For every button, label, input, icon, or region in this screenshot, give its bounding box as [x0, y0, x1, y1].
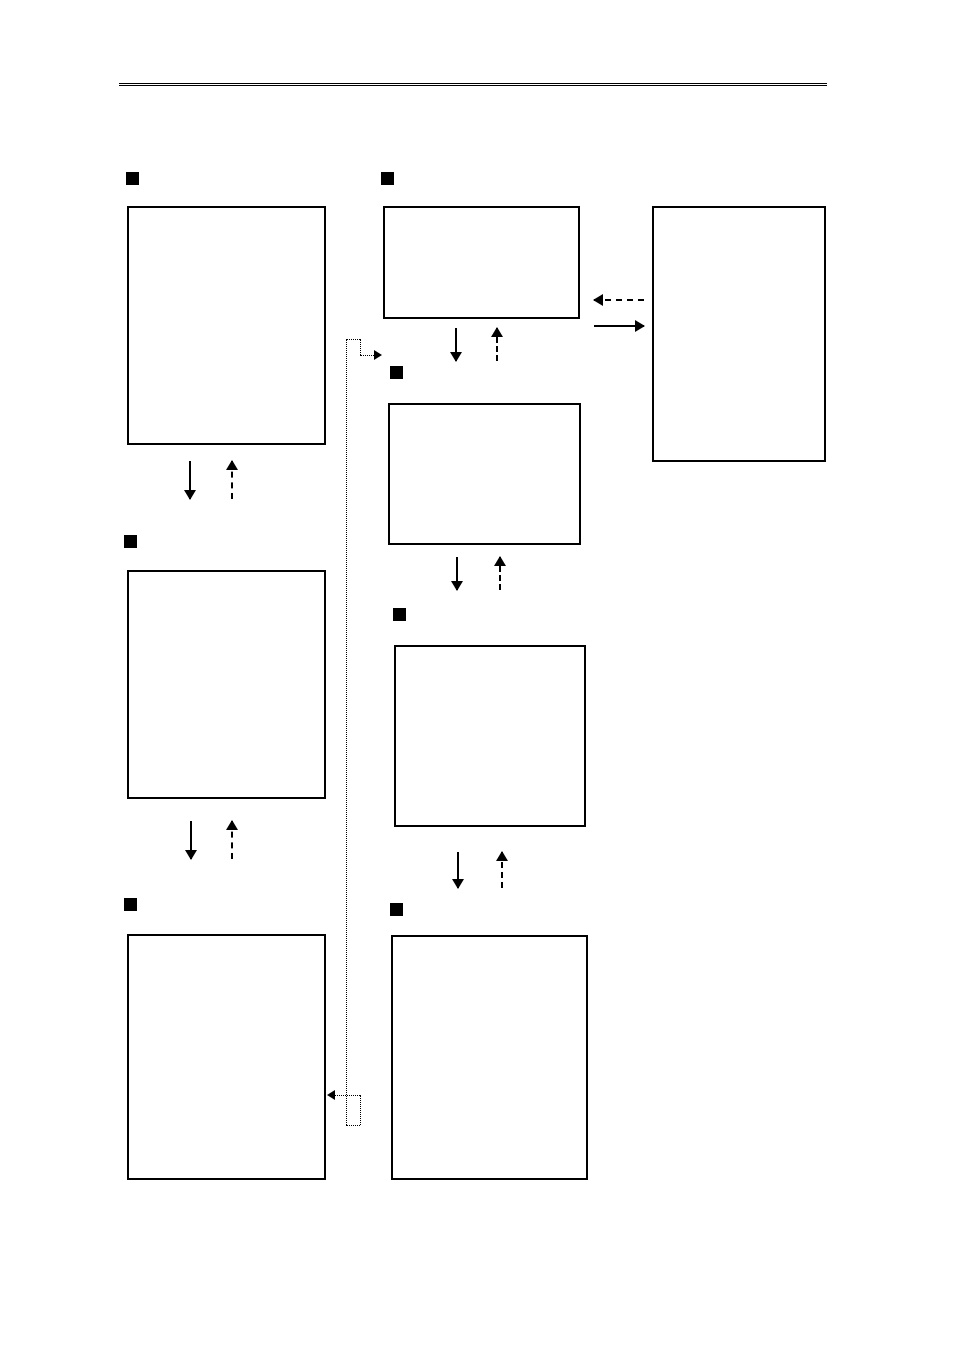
stage-left-2-bullet: [124, 535, 137, 553]
square-bullet-icon: [126, 172, 139, 185]
stage-left-3-bullet: [124, 898, 137, 916]
box-left-2: [127, 570, 326, 799]
box-right-2: [388, 403, 581, 545]
box-right-1: [383, 206, 580, 319]
connector-outer-top: [346, 339, 360, 340]
connector-outer-top-vert: [360, 339, 361, 355]
connector-arrow-bottom: [327, 1090, 335, 1100]
arrow-down-r2: [456, 557, 458, 590]
box-right-4: [391, 935, 588, 1180]
square-bullet-icon: [381, 172, 394, 185]
box-left-1: [127, 206, 326, 445]
arrow-up-l1: [231, 461, 233, 499]
arrow-down-r1: [455, 328, 457, 361]
stage-right-4-bullet: [390, 903, 403, 921]
arrow-up-r2: [499, 557, 501, 590]
connector-outer-vert: [346, 339, 347, 1125]
connector-bottom-vert: [360, 1095, 361, 1125]
connector-top-horz: [360, 355, 374, 356]
arrow-down-r3: [457, 852, 459, 888]
connector-bottom-in: [335, 1095, 360, 1096]
arrow-down-l2: [190, 821, 192, 859]
stage-right-1-bullet: [381, 172, 394, 190]
stage-left-1-bullet: [126, 172, 139, 190]
square-bullet-icon: [393, 608, 406, 621]
arrow-right-side: [594, 325, 644, 327]
arrow-up-r3: [501, 852, 503, 888]
box-right-3: [394, 645, 586, 827]
arrow-up-l2: [231, 821, 233, 859]
arrow-left-side: [594, 299, 644, 301]
arrow-up-r1: [496, 328, 498, 361]
square-bullet-icon: [390, 903, 403, 916]
square-bullet-icon: [124, 898, 137, 911]
connector-outer-bottom: [346, 1125, 360, 1126]
stage-right-3-bullet: [393, 608, 406, 626]
top-rule: [119, 83, 827, 86]
box-side: [652, 206, 826, 462]
box-left-3: [127, 934, 326, 1180]
stage-right-2-bullet: [390, 366, 403, 384]
square-bullet-icon: [124, 535, 137, 548]
square-bullet-icon: [390, 366, 403, 379]
connector-arrow-top: [374, 350, 382, 360]
arrow-down-l1: [189, 461, 191, 499]
